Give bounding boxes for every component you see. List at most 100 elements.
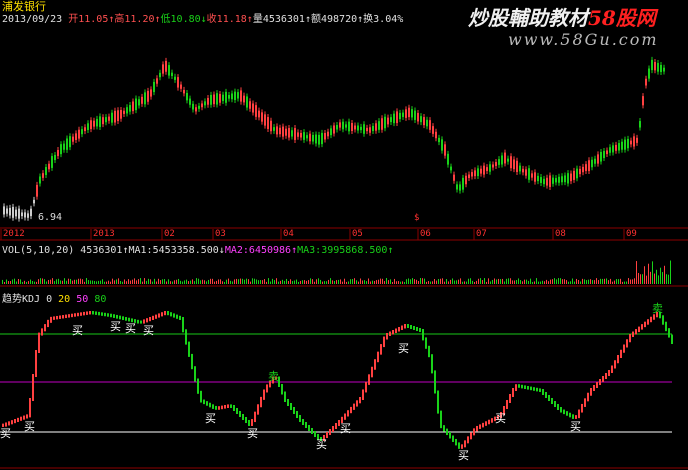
indicator-bar bbox=[290, 403, 292, 410]
price-candle-body bbox=[534, 172, 536, 182]
indicator-bar bbox=[611, 365, 613, 373]
volume-bar bbox=[526, 279, 527, 284]
volume-bar bbox=[260, 280, 261, 284]
turnover-value: 3.04% bbox=[373, 14, 404, 25]
price-candle-body bbox=[138, 99, 140, 106]
price-candle-body bbox=[657, 62, 659, 72]
price-candle-body bbox=[654, 61, 656, 71]
volume-bar bbox=[10, 281, 11, 284]
volume-bar bbox=[274, 280, 275, 284]
indicator-bar bbox=[599, 379, 601, 385]
indicator-bar bbox=[590, 388, 592, 396]
volume-bar bbox=[472, 280, 473, 284]
price-candle-body bbox=[642, 96, 644, 106]
price-candle-body bbox=[348, 121, 350, 132]
volume-bar bbox=[612, 281, 613, 284]
volume-bar bbox=[150, 279, 151, 284]
indicator-bar bbox=[446, 428, 448, 436]
price-candle-body bbox=[228, 95, 230, 99]
price-candle-body bbox=[408, 107, 410, 118]
volume-bar bbox=[232, 281, 233, 284]
volume-bar bbox=[160, 280, 161, 284]
buy-signal-label: 买 bbox=[72, 324, 83, 337]
indicator-bar bbox=[347, 410, 349, 417]
volume-bar bbox=[52, 278, 53, 284]
indicator-bar bbox=[122, 316, 124, 321]
price-candle-body bbox=[600, 151, 602, 162]
indicator-bar bbox=[476, 425, 478, 432]
volume-bar bbox=[600, 278, 601, 284]
volume-bar bbox=[626, 281, 627, 284]
volume-bar bbox=[300, 280, 301, 284]
indicator-bar bbox=[353, 403, 355, 410]
price-candle-body bbox=[168, 65, 170, 76]
volume-bar bbox=[616, 279, 617, 284]
volume-bar bbox=[110, 281, 111, 284]
volume-bar bbox=[318, 278, 319, 284]
price-candle-body bbox=[507, 158, 509, 162]
indicator-bar bbox=[662, 315, 664, 325]
volume-bar bbox=[630, 279, 631, 284]
volume-bar bbox=[22, 281, 23, 284]
price-candle-body bbox=[423, 117, 425, 126]
volume-bar bbox=[512, 280, 513, 284]
price-candle-body bbox=[192, 103, 194, 110]
indicator-bar bbox=[578, 409, 580, 419]
indicator-bar bbox=[356, 400, 358, 407]
volume-bar bbox=[234, 279, 235, 284]
volume-bar bbox=[12, 279, 13, 284]
indicator-bar bbox=[194, 366, 196, 382]
indicator-bar bbox=[644, 321, 646, 328]
price-candle-body bbox=[528, 168, 530, 180]
indicator-bar bbox=[14, 419, 16, 424]
indicator-bar bbox=[374, 359, 376, 370]
indicator-bar bbox=[365, 381, 367, 393]
volume-bar bbox=[346, 281, 347, 284]
price-candle-body bbox=[279, 127, 281, 135]
volume-bar bbox=[204, 280, 205, 284]
volume-bar bbox=[76, 279, 77, 284]
volume-bar bbox=[134, 278, 135, 284]
volume-bar bbox=[532, 281, 533, 284]
price-candle-body bbox=[612, 145, 614, 153]
price-candle-body bbox=[111, 112, 113, 123]
price-candle-body bbox=[129, 105, 131, 112]
price-candle-body bbox=[591, 159, 593, 168]
volume-bar bbox=[446, 279, 447, 284]
x-axis-label: 02 bbox=[164, 229, 175, 239]
volume-bar bbox=[320, 279, 321, 284]
volume-bar bbox=[620, 278, 621, 284]
price-candle-body bbox=[243, 95, 245, 103]
volume-bar bbox=[266, 281, 267, 284]
volume-bar bbox=[282, 279, 283, 284]
volume-bar bbox=[476, 280, 477, 284]
price-candle-body bbox=[429, 120, 431, 130]
indicator-bar bbox=[623, 344, 625, 353]
price-candle-body bbox=[360, 126, 362, 131]
level-80: 80 bbox=[94, 294, 107, 305]
volume-bar bbox=[8, 281, 9, 284]
volume-bar bbox=[178, 278, 179, 284]
volume-bar bbox=[172, 281, 173, 284]
indicator-bar bbox=[74, 313, 76, 317]
volume-bar bbox=[544, 281, 545, 284]
price-candle-body bbox=[24, 212, 26, 218]
price-candle-body bbox=[579, 168, 581, 175]
indicator-bar bbox=[563, 409, 565, 415]
price-candle-body bbox=[219, 93, 221, 103]
volume-bar bbox=[502, 278, 503, 284]
volume-bar bbox=[354, 278, 355, 284]
volume-bar bbox=[310, 278, 311, 284]
volume-bar bbox=[108, 280, 109, 284]
price-candle-body bbox=[201, 103, 203, 108]
quote-date: 2013/09/23 bbox=[2, 14, 63, 25]
volume-bar bbox=[624, 281, 625, 284]
amount-label: 额 bbox=[311, 14, 321, 25]
indicator-bar bbox=[608, 370, 610, 376]
price-candle-body bbox=[363, 124, 365, 134]
price-candle-body bbox=[411, 109, 413, 118]
volume-bar bbox=[388, 280, 389, 284]
price-candle-body bbox=[252, 103, 254, 113]
price-candle-body bbox=[27, 213, 29, 218]
price-candle-body bbox=[606, 150, 608, 155]
